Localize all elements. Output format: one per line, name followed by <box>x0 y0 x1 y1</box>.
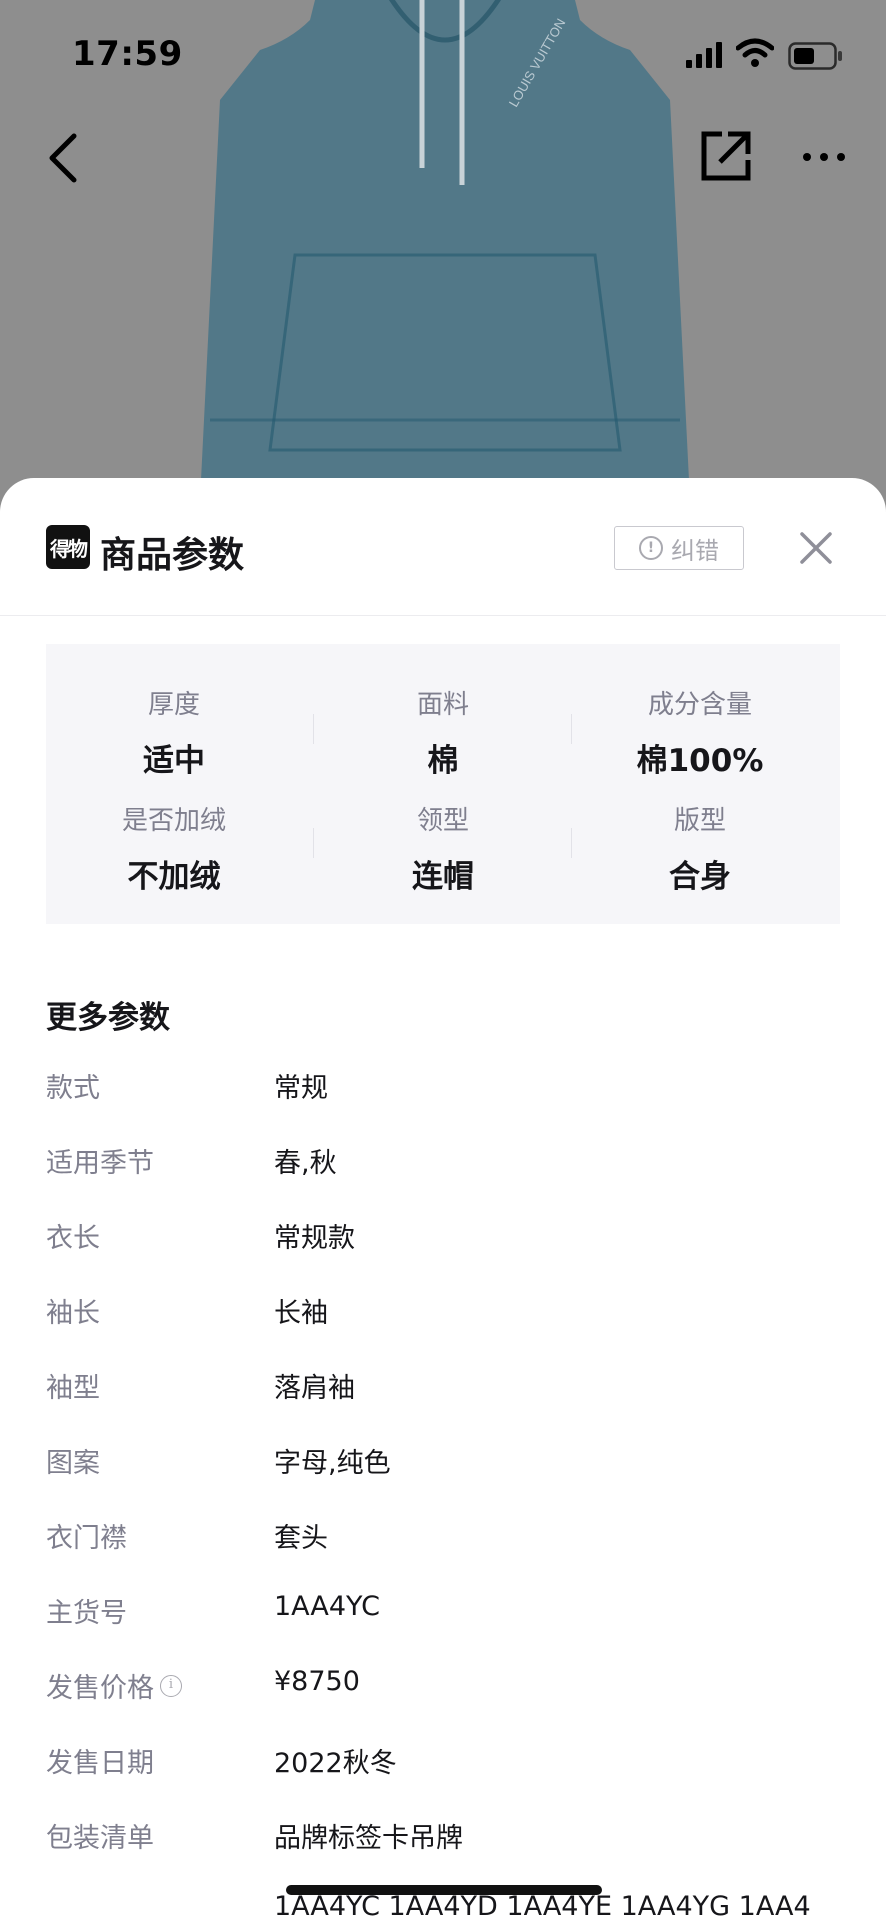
key-param-label: 领型 <box>416 806 469 836</box>
params-sheet: 得物 商品参数 ! 纠错 厚度 适中 面料 棉 成分含量 棉100% 是否加绒 … <box>0 478 886 1920</box>
key-param-label: 是否加绒 <box>121 806 226 836</box>
app-logo: 得物 <box>46 525 90 569</box>
key-param-value: 合身 <box>669 859 731 895</box>
list-item: 图案 字母,纯色 <box>46 1441 846 1516</box>
key-param-fabric: 面料 棉 <box>315 684 571 780</box>
key-param-value: 适中 <box>143 743 205 779</box>
divider <box>313 828 314 858</box>
list-item: 1AA4YC 1AA4YD 1AA4YE 1AA4YG 1AA4 <box>46 1891 846 1920</box>
param-value: 1AA4YC 1AA4YD 1AA4YE 1AA4YG 1AA4 <box>274 1891 811 1920</box>
more-params-title: 更多参数 <box>46 1000 170 1036</box>
param-value: 2022秋冬 <box>274 1748 397 1779</box>
report-error-label: 纠错 <box>671 536 719 565</box>
battery-icon <box>788 42 842 70</box>
more-icon[interactable] <box>802 150 846 164</box>
list-item: 款式 常规 <box>46 1066 846 1141</box>
share-icon[interactable] <box>700 130 752 182</box>
close-icon[interactable] <box>796 528 836 568</box>
key-param-thickness: 厚度 适中 <box>46 684 302 780</box>
status-time: 17:59 <box>72 34 183 74</box>
param-key: 袖长 <box>46 1298 100 1329</box>
home-indicator[interactable] <box>286 1885 602 1895</box>
list-item: 发售价格 i ¥8750 <box>46 1666 846 1741</box>
divider <box>313 714 314 744</box>
list-item: 袖型 落肩袖 <box>46 1366 846 1441</box>
param-value: 1AA4YC <box>274 1591 380 1622</box>
key-param-value: 棉100% <box>636 743 764 779</box>
param-key: 衣长 <box>46 1223 100 1254</box>
list-item: 包装清单 品牌标签卡吊牌 <box>46 1816 846 1891</box>
key-params-grid: 厚度 适中 面料 棉 成分含量 棉100% 是否加绒 不加绒 领型 连帽 版型 … <box>46 644 840 924</box>
param-key: 发售日期 <box>46 1748 154 1779</box>
param-value: 长袖 <box>274 1298 328 1329</box>
list-item: 发售日期 2022秋冬 <box>46 1741 846 1816</box>
list-item: 袖长 长袖 <box>46 1291 846 1366</box>
key-param-label: 面料 <box>416 690 469 720</box>
key-param-value: 连帽 <box>412 859 474 895</box>
param-value: 落肩袖 <box>274 1373 355 1404</box>
param-value: 套头 <box>274 1523 328 1554</box>
param-value: ¥8750 <box>274 1666 360 1697</box>
param-key: 图案 <box>46 1448 100 1479</box>
alert-circle-icon: ! <box>639 536 663 560</box>
key-param-value: 不加绒 <box>127 859 221 895</box>
param-key-with-info: 发售价格 i <box>46 1666 182 1705</box>
wifi-icon <box>736 38 774 67</box>
key-param-label: 成分含量 <box>647 690 752 720</box>
param-value: 品牌标签卡吊牌 <box>274 1823 463 1854</box>
list-item: 衣门襟 套头 <box>46 1516 846 1591</box>
param-key: 发售价格 <box>46 1673 154 1704</box>
list-item: 主货号 1AA4YC <box>46 1591 846 1666</box>
param-value: 常规 <box>274 1073 328 1104</box>
param-key: 款式 <box>46 1073 100 1104</box>
sheet-header: 得物 商品参数 ! 纠错 <box>0 478 886 616</box>
list-item: 衣长 常规款 <box>46 1216 846 1291</box>
key-param-composition: 成分含量 棉100% <box>572 684 828 780</box>
key-param-value: 棉 <box>427 743 459 779</box>
more-params-list: 款式 常规 适用季节 春,秋 衣长 常规款 袖长 长袖 袖型 落肩袖 图案 字母… <box>46 1066 846 1920</box>
param-key: 适用季节 <box>46 1148 154 1179</box>
sheet-title: 商品参数 <box>100 535 245 576</box>
status-bar: 17:59 <box>0 0 886 110</box>
param-value: 常规款 <box>274 1223 355 1254</box>
key-param-label: 版型 <box>673 806 726 836</box>
param-key: 袖型 <box>46 1373 100 1404</box>
key-param-fit: 版型 合身 <box>572 800 828 896</box>
key-param-label: 厚度 <box>147 690 200 720</box>
param-key: 包装清单 <box>46 1823 154 1854</box>
param-value: 春,秋 <box>274 1148 337 1179</box>
signal-icon <box>686 42 722 68</box>
param-key: 主货号 <box>46 1598 127 1629</box>
report-error-button[interactable]: ! 纠错 <box>614 526 744 570</box>
info-icon[interactable]: i <box>160 1674 182 1697</box>
list-item: 适用季节 春,秋 <box>46 1141 846 1216</box>
back-chevron-icon[interactable] <box>44 130 84 186</box>
param-key: 衣门襟 <box>46 1523 127 1554</box>
param-value: 字母,纯色 <box>274 1448 391 1479</box>
key-param-collar: 领型 连帽 <box>315 800 571 896</box>
key-param-fleece: 是否加绒 不加绒 <box>46 800 302 896</box>
